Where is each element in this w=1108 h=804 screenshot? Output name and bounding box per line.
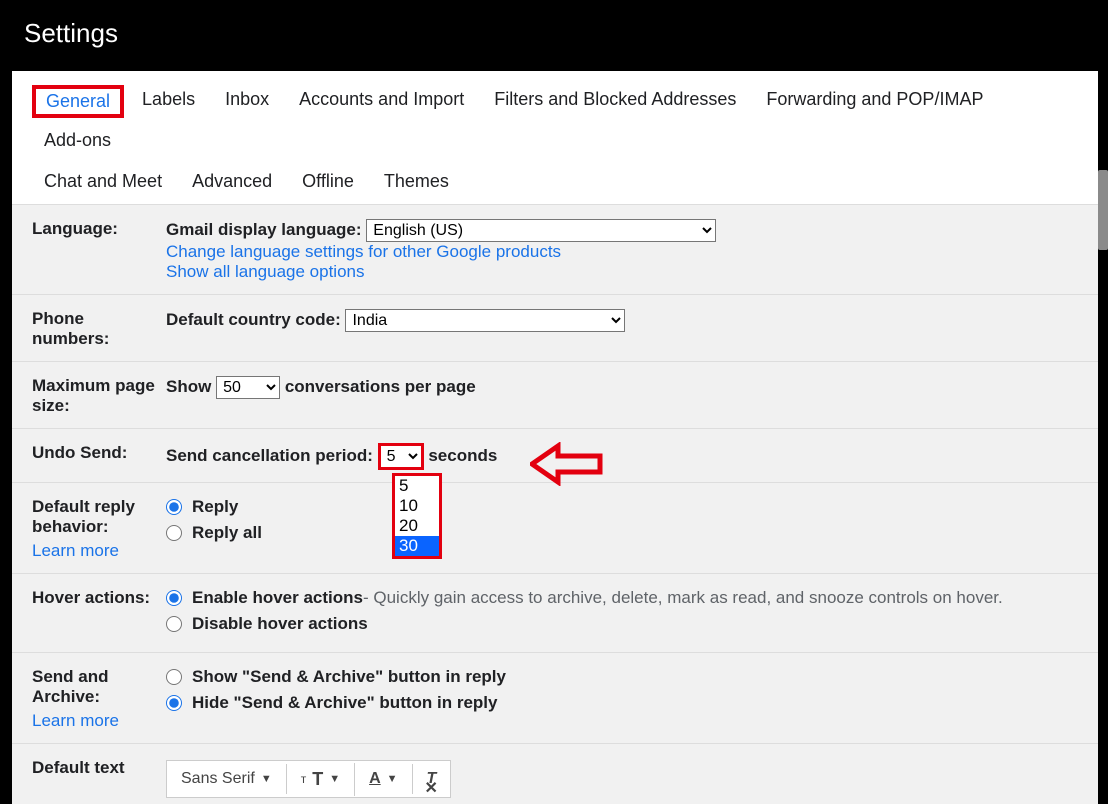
undo-suffix: seconds	[428, 446, 497, 465]
radio-disable-hover-label: Disable hover actions	[192, 614, 368, 634]
country-code-select[interactable]: India	[345, 309, 625, 332]
radio-enable-hover-label: Enable hover actions	[192, 588, 363, 608]
pagesize-select[interactable]: 50	[216, 376, 280, 399]
undo-option-20[interactable]: 20	[395, 516, 439, 536]
text-color-icon: A	[369, 770, 381, 788]
tab-themes[interactable]: Themes	[372, 167, 461, 196]
row-language: Language: Gmail display language: Englis…	[12, 205, 1098, 295]
tabs-row-1: General Labels Inbox Accounts and Import…	[12, 71, 1098, 163]
chevron-down-icon: ▼	[329, 773, 340, 785]
tab-labels[interactable]: Labels	[130, 85, 207, 118]
label-hover-actions: Hover actions:	[32, 588, 166, 608]
row-send-archive: Send and Archive: Learn more Show "Send …	[12, 653, 1098, 744]
pagesize-show: Show	[166, 377, 211, 396]
row-phone: Phone numbers: Default country code: Ind…	[12, 295, 1098, 362]
tab-addons[interactable]: Add-ons	[32, 126, 123, 155]
chevron-down-icon: ▼	[261, 773, 272, 785]
change-language-link[interactable]: Change language settings for other Googl…	[166, 242, 561, 261]
tab-filters-blocked[interactable]: Filters and Blocked Addresses	[482, 85, 748, 118]
row-default-text: Default text Sans Serif▼ тT▼ A▼ T✕	[12, 744, 1098, 804]
radio-enable-hover[interactable]	[166, 590, 182, 606]
row-hover-actions: Hover actions: Enable hover actions - Qu…	[12, 574, 1098, 653]
settings-body: Language: Gmail display language: Englis…	[12, 204, 1098, 804]
country-code-label: Default country code:	[166, 310, 341, 329]
scrollbar-thumb[interactable]	[1098, 170, 1108, 250]
clear-format-icon: T✕	[427, 770, 437, 788]
text-color-select[interactable]: A▼	[355, 764, 412, 794]
radio-reply-label: Reply	[192, 497, 238, 517]
tab-accounts-import[interactable]: Accounts and Import	[287, 85, 476, 118]
text-size-icon: т	[301, 772, 307, 786]
tab-offline[interactable]: Offline	[290, 167, 366, 196]
radio-reply-all-label: Reply all	[192, 523, 262, 543]
label-default-text: Default text	[32, 758, 166, 778]
reply-learn-more-link[interactable]: Learn more	[32, 541, 166, 561]
radio-disable-hover[interactable]	[166, 616, 182, 632]
label-pagesize: Maximum page size:	[32, 376, 166, 416]
chevron-down-icon: ▼	[387, 773, 398, 785]
undo-option-10[interactable]: 10	[395, 496, 439, 516]
show-all-languages-link[interactable]: Show all language options	[166, 262, 364, 281]
settings-panel: General Labels Inbox Accounts and Import…	[12, 71, 1098, 755]
display-language-label: Gmail display language:	[166, 220, 362, 239]
undo-option-5[interactable]: 5	[395, 476, 439, 496]
row-default-reply: Default reply behavior: Learn more Reply…	[12, 482, 1098, 574]
tab-advanced[interactable]: Advanced	[180, 167, 284, 196]
text-style-toolbar: Sans Serif▼ тT▼ A▼ T✕	[166, 760, 451, 798]
tab-forwarding-pop-imap[interactable]: Forwarding and POP/IMAP	[754, 85, 995, 118]
font-family-select[interactable]: Sans Serif▼	[167, 764, 287, 794]
undo-option-30[interactable]: 30	[395, 536, 439, 556]
tab-inbox[interactable]: Inbox	[213, 85, 281, 118]
radio-show-send-archive-label: Show "Send & Archive" button in reply	[192, 667, 506, 687]
label-default-reply: Default reply behavior: Learn more	[32, 497, 166, 561]
cancel-period-label: Send cancellation period:	[166, 446, 373, 465]
annotation-arrow-icon	[530, 442, 604, 486]
label-send-archive: Send and Archive: Learn more	[32, 667, 166, 731]
tab-chat-meet[interactable]: Chat and Meet	[32, 167, 174, 196]
sendarchive-learn-more-link[interactable]: Learn more	[32, 711, 166, 731]
tabs-row-2: Chat and Meet Advanced Offline Themes	[12, 163, 1098, 204]
radio-hide-send-archive-label: Hide "Send & Archive" button in reply	[192, 693, 497, 713]
undo-period-select[interactable]: 5	[378, 443, 424, 470]
tab-general[interactable]: General	[32, 85, 124, 118]
radio-hide-send-archive[interactable]	[166, 695, 182, 711]
undo-period-dropdown-open: 5 10 20 30	[392, 473, 442, 559]
label-undo-send: Undo Send:	[32, 443, 166, 463]
radio-reply[interactable]	[166, 499, 182, 515]
page-title: Settings	[0, 0, 1108, 71]
clear-formatting-button[interactable]: T✕	[413, 764, 451, 794]
row-pagesize: Maximum page size: Show 50 conversations…	[12, 362, 1098, 429]
font-size-select[interactable]: тT▼	[287, 763, 355, 796]
language-select[interactable]: English (US)	[366, 219, 716, 242]
label-phone: Phone numbers:	[32, 309, 166, 349]
label-language: Language:	[32, 219, 166, 239]
hover-desc: - Quickly gain access to archive, delete…	[363, 588, 1003, 608]
pagesize-suffix: conversations per page	[285, 377, 476, 396]
radio-reply-all[interactable]	[166, 525, 182, 541]
radio-show-send-archive[interactable]	[166, 669, 182, 685]
